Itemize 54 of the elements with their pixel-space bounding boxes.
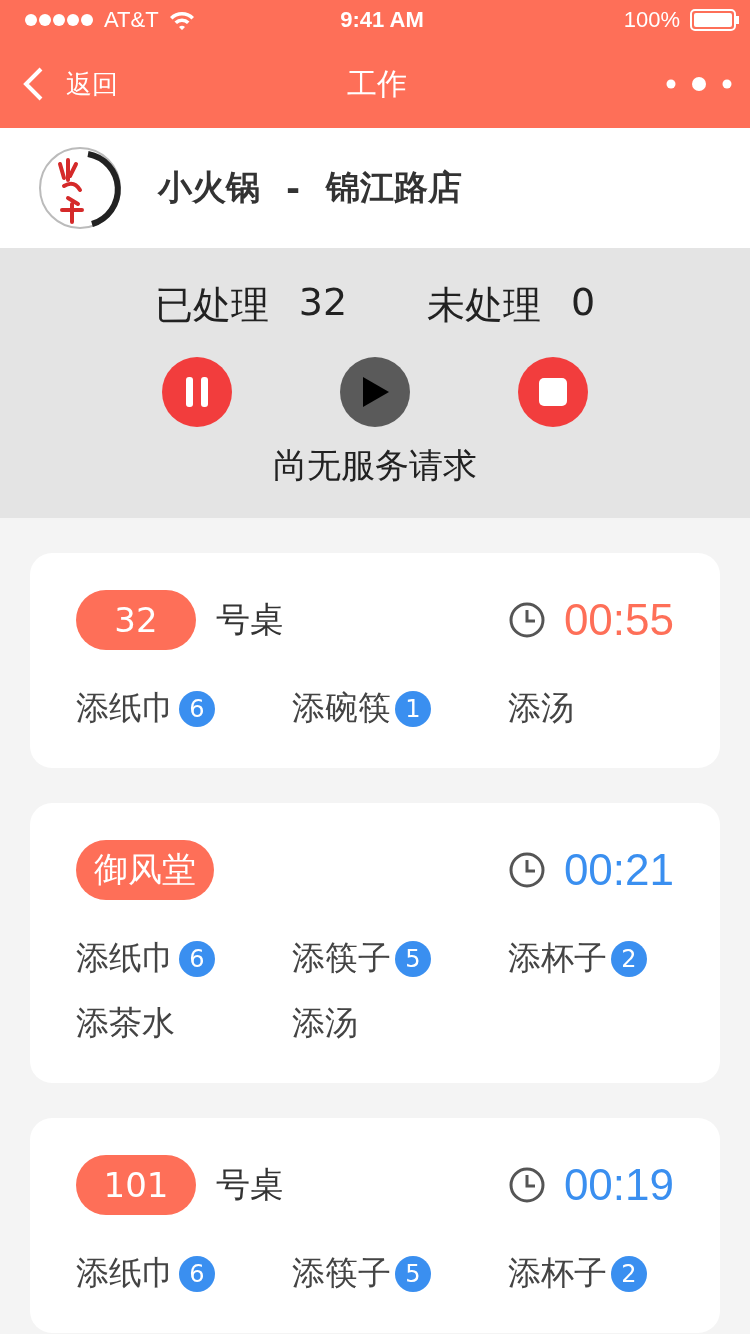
count-badge: 6 — [179, 690, 215, 727]
count-badge: 5 — [395, 1255, 431, 1292]
request-card[interactable]: 32 号桌 00:55 添纸巾 6 添碗筷 1 添汤 — [30, 553, 720, 768]
processed-count: 32 — [298, 280, 348, 326]
count-badge: 2 — [611, 1255, 647, 1292]
request-item: 添纸巾 — [76, 687, 175, 729]
battery-icon — [690, 9, 740, 31]
request-item: 添筷子 — [292, 1252, 391, 1294]
request-card[interactable]: 101 号桌 00:19 添纸巾 6 添筷子 5 添杯子 2 — [30, 1118, 720, 1333]
store-name: 小火锅 — [158, 166, 260, 209]
table-tag: 32 — [76, 590, 196, 650]
request-card[interactable]: 御风堂 00:21 添纸巾 6 添筷子 5 添杯子 2 添茶水 添汤 — [30, 803, 720, 1083]
clock-icon — [507, 601, 546, 639]
pending-count: 0 — [571, 280, 596, 326]
more-icon[interactable] — [666, 76, 732, 92]
request-item: 添茶水 — [76, 1002, 175, 1044]
page-title: 工作 — [347, 64, 407, 103]
logo-icon — [38, 146, 122, 230]
battery-text: 100% — [623, 7, 680, 33]
processed-label: 已处理 — [154, 282, 269, 329]
request-item: 添碗筷 — [292, 687, 391, 729]
request-item: 添筷子 — [292, 937, 391, 979]
count-badge: 1 — [395, 690, 431, 727]
table-suffix: 号桌 — [216, 1163, 284, 1206]
branch-name: 锦江路店 — [326, 166, 463, 209]
request-item: 添汤 — [508, 687, 574, 729]
count-badge: 5 — [395, 940, 431, 977]
elapsed-time: 00:55 — [563, 595, 674, 645]
wifi-icon — [168, 10, 195, 30]
back-chevron-icon[interactable] — [23, 67, 43, 101]
carrier-text: AT&T — [104, 7, 159, 33]
table-tag: 御风堂 — [76, 840, 214, 900]
clock-icon — [507, 851, 546, 889]
count-badge: 2 — [611, 940, 647, 977]
clock-text: 9:41 AM — [340, 7, 424, 33]
pending-label: 未处理 — [427, 282, 542, 329]
request-item: 添纸巾 — [76, 1252, 175, 1294]
request-item: 添杯子 — [508, 1252, 607, 1294]
table-tag: 101 — [76, 1155, 196, 1215]
signal-icon — [24, 13, 94, 27]
separator-text: - — [286, 168, 301, 208]
request-item: 添杯子 — [508, 937, 607, 979]
table-suffix: 号桌 — [216, 598, 284, 641]
clock-icon — [507, 1166, 546, 1204]
request-item: 添纸巾 — [76, 937, 175, 979]
request-item: 添汤 — [292, 1002, 358, 1044]
elapsed-time: 00:19 — [563, 1160, 674, 1210]
status-message: 尚无服务请求 — [273, 444, 477, 487]
pause-icon — [184, 377, 210, 407]
count-badge: 6 — [179, 1255, 215, 1292]
play-icon — [361, 377, 389, 407]
stop-icon — [539, 378, 567, 406]
count-badge: 6 — [179, 940, 215, 977]
elapsed-time: 00:21 — [563, 845, 674, 895]
